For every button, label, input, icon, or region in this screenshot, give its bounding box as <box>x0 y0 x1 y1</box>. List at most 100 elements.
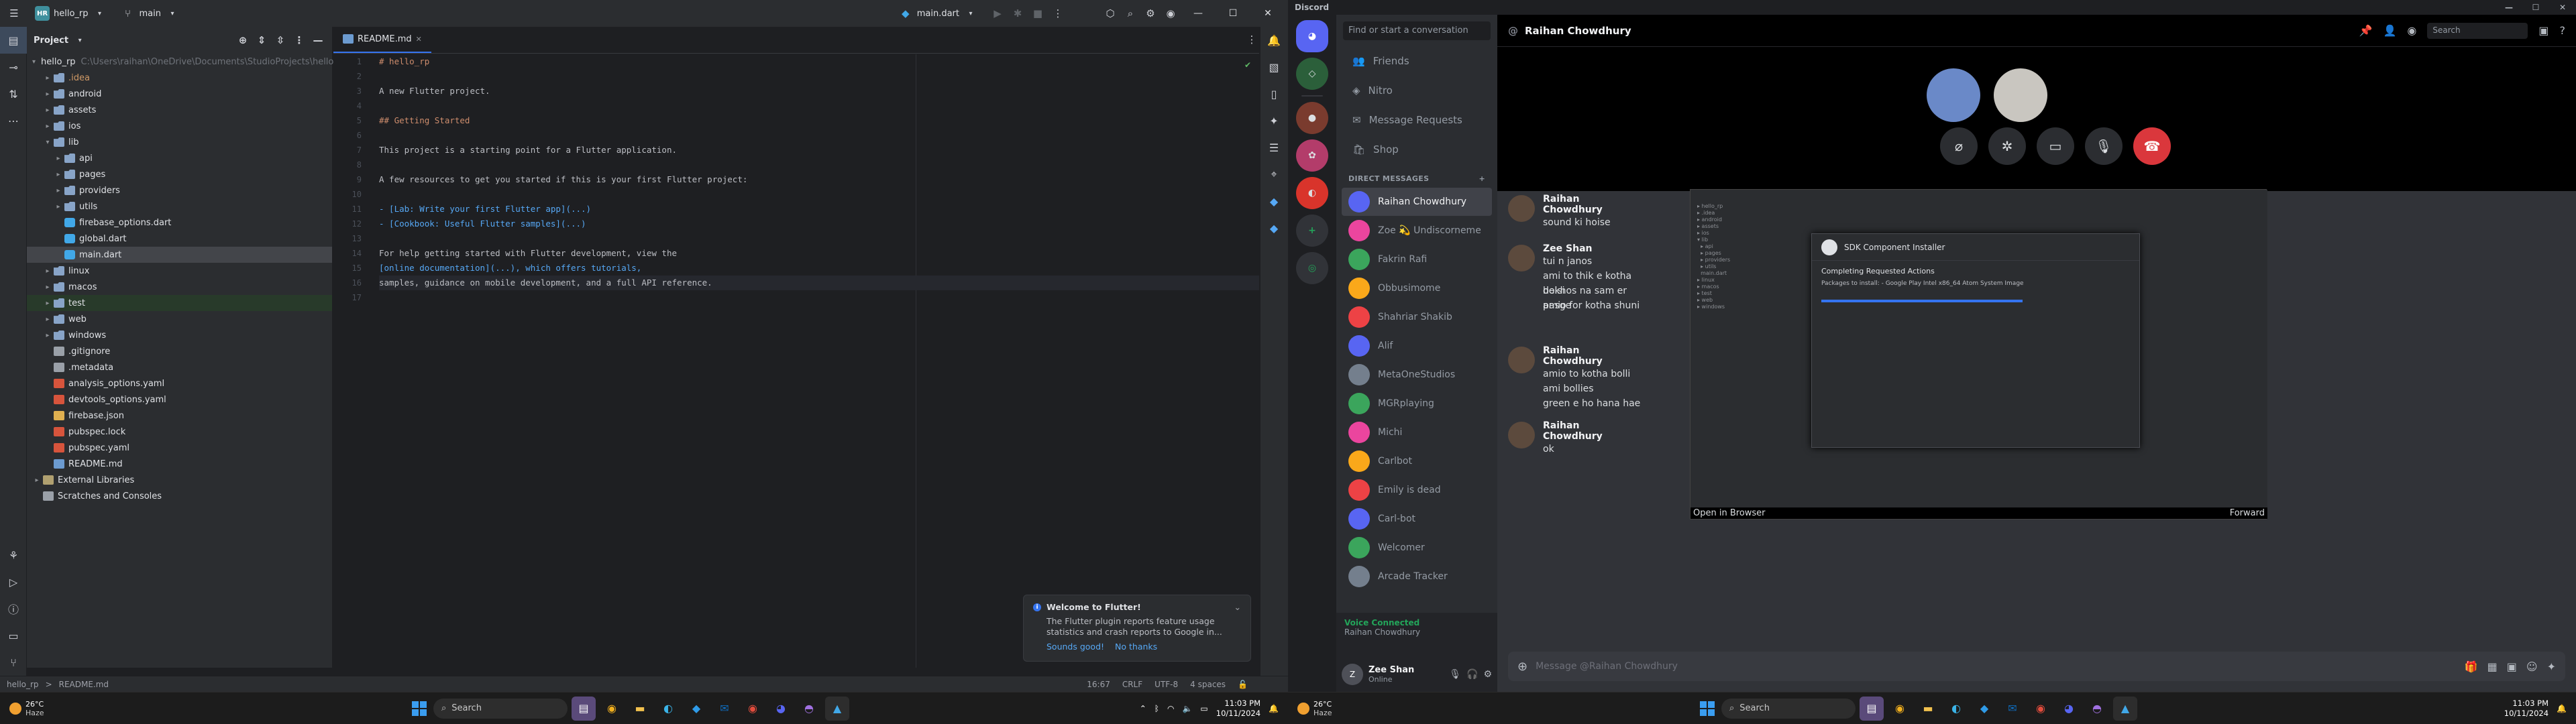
chat-search-input[interactable]: Search <box>2427 22 2528 39</box>
plugins-icon[interactable]: ⬡ <box>1103 6 1118 21</box>
collapse-all-icon[interactable]: ⇳ <box>273 33 288 48</box>
dm-item[interactable]: Obbusimome <box>1342 274 1492 302</box>
chrome-icon[interactable]: ◉ <box>1888 697 1912 721</box>
breadcrumb-project[interactable]: hello_rp <box>7 680 39 689</box>
breadcrumb-file[interactable]: README.md <box>59 680 109 689</box>
chrome-profile-icon[interactable]: ◉ <box>741 697 765 721</box>
more-vertical-icon[interactable]: ⋮ <box>1244 32 1259 47</box>
search-icon[interactable]: ⌕ <box>1123 6 1138 21</box>
line-separator[interactable]: CRLF <box>1122 680 1142 689</box>
discord-icon[interactable]: ◕ <box>769 697 793 721</box>
close-button[interactable]: ✕ <box>1253 0 1283 27</box>
edge-icon[interactable]: ◐ <box>656 697 680 721</box>
microphone-icon[interactable]: 🎙 <box>1449 669 1461 680</box>
tree-item[interactable]: firebase_options.dart <box>27 215 332 231</box>
tree-item[interactable]: ▸ pages <box>27 166 332 182</box>
app-icon[interactable]: ◓ <box>797 697 821 721</box>
tree-item[interactable]: ▸ ios <box>27 118 332 134</box>
dm-search-input[interactable]: Find or start a conversation <box>1343 21 1491 40</box>
code-line[interactable]: For help getting started with Flutter de… <box>379 246 1259 261</box>
server-icon[interactable]: ✿ <box>1296 139 1328 172</box>
dm-item[interactable]: Arcade Tracker <box>1342 562 1492 591</box>
tree-item[interactable]: README.md <box>27 456 332 472</box>
settings-gear-icon[interactable]: ⚙ <box>1483 669 1492 680</box>
flutter-devtools-icon[interactable]: ◆ <box>1260 215 1287 241</box>
edge-icon[interactable]: ◐ <box>1944 697 1968 721</box>
options-icon[interactable]: ⋮ <box>292 33 307 48</box>
message-author[interactable]: Zee Shan <box>1543 243 1642 254</box>
notifications-icon[interactable]: 🔔 <box>1260 27 1287 54</box>
avatar[interactable] <box>1508 245 1535 272</box>
emoji-icon[interactable]: ☺ <box>2526 660 2538 673</box>
code-line[interactable] <box>379 158 1259 172</box>
dm-item[interactable]: Raihan Chowdhury <box>1342 188 1492 216</box>
dm-item[interactable]: MetaOneStudios <box>1342 361 1492 389</box>
outlook-icon[interactable]: ✉ <box>2000 697 2025 721</box>
tree-item[interactable]: ▸ windows <box>27 327 332 343</box>
avatar[interactable] <box>1508 195 1535 222</box>
screenshot-preview[interactable]: ▸ hello_rp ▸ .idea ▸ android ▸ assets ▸ ios ▾… <box>1690 190 2267 509</box>
dm-item[interactable]: Fakrin Rafi <box>1342 245 1492 274</box>
avatar[interactable] <box>1508 347 1535 373</box>
explore-servers-icon[interactable]: ◎ <box>1296 252 1328 284</box>
tree-item[interactable]: ▸ utils <box>27 198 332 215</box>
tree-item[interactable]: .gitignore <box>27 343 332 359</box>
help-icon[interactable]: ? <box>2560 24 2566 37</box>
hide-panel-icon[interactable]: — <box>311 33 325 48</box>
vscode-icon[interactable]: ◆ <box>684 697 708 721</box>
problems-icon[interactable]: ⓘ <box>0 595 27 622</box>
file-explorer-icon[interactable]: ▬ <box>628 697 652 721</box>
terminal-icon[interactable]: ▭ <box>0 622 27 649</box>
file-explorer-icon[interactable]: ▬ <box>1916 697 1940 721</box>
dm-item[interactable]: Michi <box>1342 418 1492 446</box>
android-studio-icon[interactable]: ▲ <box>825 696 849 721</box>
tree-item[interactable]: ▸ macos <box>27 279 332 295</box>
tree-item[interactable]: Scratches and Consoles <box>27 488 332 504</box>
add-friends-icon[interactable]: 👤 <box>2383 24 2396 37</box>
debug-icon[interactable]: ✱ <box>1010 6 1025 21</box>
gradle-icon[interactable]: ▧ <box>1260 54 1287 80</box>
chrome-profile-icon[interactable]: ◉ <box>2029 697 2053 721</box>
pinned-messages-icon[interactable]: 📌 <box>2359 24 2373 37</box>
locate-file-icon[interactable]: ⊕ <box>235 33 250 48</box>
clock[interactable]: 11:03 PM 10/11/2024 <box>2504 699 2548 719</box>
weather-widget[interactable]: 26°C Haze <box>0 700 134 717</box>
code-line[interactable] <box>379 99 1259 113</box>
nav-friends[interactable]: 👥 Friends <box>1342 47 1492 75</box>
nav-shop[interactable]: 🛍 Shop <box>1342 135 1492 164</box>
apps-icon[interactable]: ✦ <box>2547 660 2556 673</box>
wifi-icon[interactable]: ◠ <box>1167 704 1174 713</box>
add-server-icon[interactable]: + <box>1296 215 1328 247</box>
code-line[interactable]: samples, guidance on mobile development,… <box>379 276 1259 290</box>
notifications-bell-icon[interactable]: 🔔 <box>2557 704 2567 713</box>
nav-message-requests[interactable]: ✉ Message Requests <box>1342 106 1492 134</box>
flutter-outline-icon[interactable]: ☰ <box>1260 134 1287 161</box>
tree-item[interactable]: ▸ linux <box>27 263 332 279</box>
settings-gear-icon[interactable]: ⚙ <box>1143 6 1158 21</box>
indent-setting[interactable]: 4 spaces <box>1190 680 1226 689</box>
stop-icon[interactable]: ■ <box>1030 6 1045 21</box>
battery-icon[interactable]: ▭ <box>1200 704 1208 713</box>
more-vertical-icon[interactable]: ⋮ <box>1051 6 1065 21</box>
forward-link[interactable]: Forward <box>2230 508 2265 518</box>
task-view-icon[interactable]: ▤ <box>1860 696 1884 721</box>
activities-icon[interactable]: ✲ <box>1988 127 2026 165</box>
tree-item[interactable]: ▸ test <box>27 295 332 311</box>
avatar[interactable]: Z <box>1342 664 1363 685</box>
code-line[interactable]: ## Getting Started <box>379 113 1259 128</box>
code-line[interactable]: A few resources to get you started if th… <box>379 172 1259 187</box>
code-content[interactable]: # hello_rp A new Flutter project. ## Getti… <box>379 54 1259 305</box>
open-in-browser-link[interactable]: Open in Browser <box>1693 508 1766 518</box>
create-dm-button[interactable]: + <box>1479 174 1485 183</box>
taskbar-search[interactable]: ⌕ Search <box>1721 698 1856 719</box>
discord-home-icon[interactable]: ◕ <box>1296 20 1328 52</box>
dm-item[interactable]: Welcomer <box>1342 534 1492 562</box>
clock[interactable]: 11:03 PM 10/11/2024 <box>1216 699 1260 719</box>
decline-stats-link[interactable]: No thanks <box>1115 642 1157 652</box>
maximize-button[interactable]: ☐ <box>2522 3 2549 12</box>
headphones-icon[interactable]: 🎧 <box>1466 669 1478 680</box>
more-tools-icon[interactable]: ⋯ <box>0 107 27 134</box>
tree-item[interactable]: pubspec.yaml <box>27 440 332 456</box>
inbox-icon[interactable]: ▣ <box>2538 24 2548 37</box>
run-config-selector[interactable]: ◆ main.dart ▾ <box>892 0 985 27</box>
